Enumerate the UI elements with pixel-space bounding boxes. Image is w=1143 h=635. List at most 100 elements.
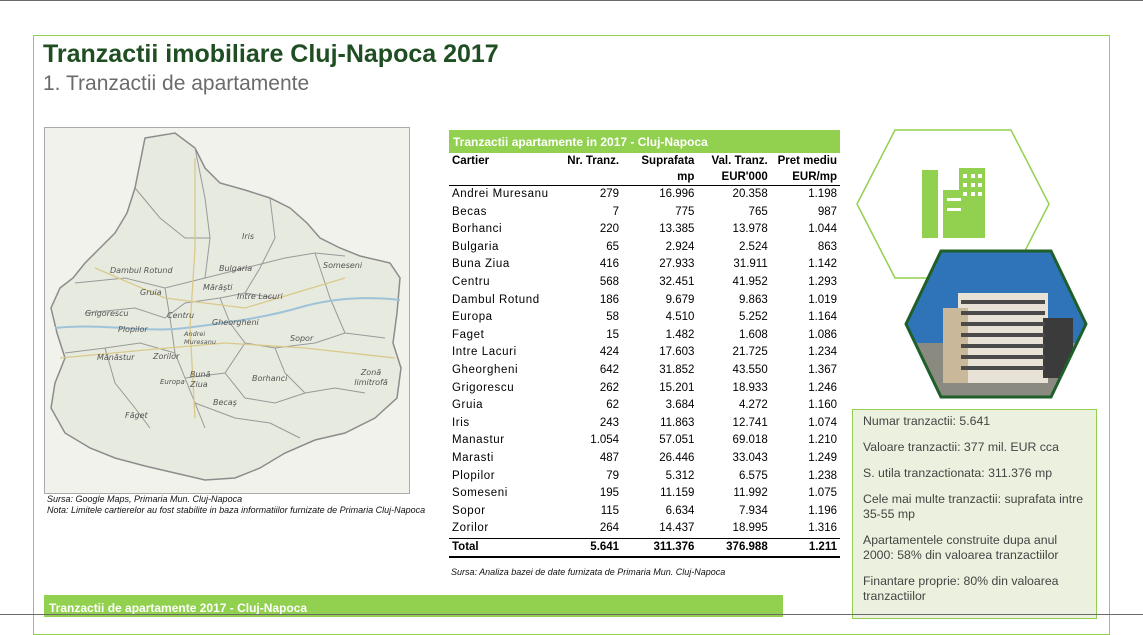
table-cell: 4.510: [665, 311, 695, 324]
table-row: Grigorescu 262 15.201 18.933 1.246: [449, 380, 840, 398]
map-label: Europa: [160, 378, 185, 386]
cell-cartier: Borhanci: [452, 223, 503, 236]
cell-cartier: Centru: [452, 275, 491, 288]
table-cell: 33.043: [732, 451, 768, 464]
table-cell: 1.164: [808, 311, 837, 324]
table-row: Andrei Muresanu 279 16.996 20.358 1.198: [449, 186, 840, 204]
table-row: Plopilor 79 5.312 6.575 1.238: [449, 468, 840, 486]
table-cell: 2.924: [665, 240, 695, 253]
table-cell: 13.385: [659, 223, 695, 236]
table-cell: 5.252: [738, 311, 768, 324]
total-cell: Total: [449, 537, 564, 559]
cell-cartier: Someseni: [452, 487, 508, 500]
table-cell: 1.075: [808, 487, 837, 500]
table-cell: 765: [748, 205, 768, 218]
cell-cartier: Buna Ziua: [452, 258, 510, 271]
table-cell: 264: [599, 522, 620, 535]
cell-cartier: Becas: [452, 205, 487, 218]
table-cell: 21.725: [732, 346, 768, 359]
table-cell: 7: [612, 205, 620, 218]
table-row: Zorilor 264 14.437 18.995 1.316: [449, 520, 840, 538]
table-cell: 31.852: [659, 363, 695, 376]
table-cell: 243: [599, 416, 620, 429]
table-cell: 41.952: [732, 275, 768, 288]
table-header-row: Cartier Nr. Tranz. Suprafata mp Val. Tra…: [449, 153, 840, 186]
cell-cartier: Marasti: [452, 451, 494, 464]
table-row: Manastur 1.054 57.051 69.018 1.210: [449, 432, 840, 450]
table-cell: 9.863: [738, 293, 768, 306]
table-row: Gheorgheni 642 31.852 43.550 1.367: [449, 362, 840, 380]
table-cell: 16.996: [659, 188, 695, 200]
table-cell: 12.741: [732, 416, 768, 429]
table-cell: 31.911: [733, 258, 768, 271]
table-cell: 26.446: [659, 451, 695, 464]
map-label: Intre Lacuri: [237, 292, 283, 301]
total-cell: 5.641: [563, 537, 623, 559]
table-cell: 1.246: [808, 381, 837, 394]
table-cell: 1.142: [808, 258, 837, 271]
table-total-row: Total 5.641 311.376 376.988 1.211: [449, 537, 840, 559]
page-title: Tranzactii imobiliare Cluj-Napoca 2017: [43, 40, 499, 68]
table-cell: 1.293: [808, 275, 837, 288]
table-cell: 1.249: [808, 451, 837, 464]
table-cell: 13.978: [732, 223, 768, 236]
stat-surface: S. utila tranzactionata: 311.376 mp: [863, 466, 1053, 480]
table-cell: 6.575: [738, 469, 768, 482]
map-label: Dambul Rotund: [110, 266, 173, 275]
table-row: Someseni 195 11.159 11.992 1.075: [449, 485, 840, 503]
col-header-valoare: Val. Tranz. EUR'000: [697, 153, 771, 186]
table-cell: 11.992: [733, 487, 768, 500]
table-row: Iris 243 11.863 12.741 1.074: [449, 415, 840, 433]
map-label: Centru: [167, 311, 195, 320]
table-cell: 57.051: [659, 434, 695, 447]
map-label: Făget: [125, 411, 148, 420]
cell-cartier: Faget: [452, 328, 485, 341]
table-row: Europa 58 4.510 5.252 1.164: [449, 309, 840, 327]
cell-cartier: Manastur: [452, 434, 505, 447]
map-label: Gruia: [140, 288, 162, 297]
table-cell: 62: [606, 399, 620, 412]
cell-cartier: Bulgaria: [452, 240, 499, 253]
table-cell: 186: [599, 293, 620, 306]
table-cell: 424: [599, 346, 620, 359]
table-cell: 5.312: [665, 469, 695, 482]
stat-transactions-count: Numar tranzactii: 5.641: [863, 414, 991, 428]
cell-cartier: Iris: [452, 416, 470, 429]
table-source-note: Sursa: Analiza bazei de date furnizata d…: [451, 567, 726, 577]
table-cell: 6.634: [665, 504, 695, 517]
map-label: Zorilor: [153, 352, 180, 361]
stat-new-apartments: Apartamentele construite dupa anul 2000:…: [863, 533, 1059, 562]
map-label: Andrei Muresanu: [184, 330, 217, 346]
table-cell: 987: [817, 205, 837, 218]
table-cell: 15.201: [659, 381, 695, 394]
map-label: Borhanci: [252, 374, 288, 383]
table-cell: 17.603: [659, 346, 695, 359]
table-cell: 32.451: [659, 275, 695, 288]
table-cell: 220: [599, 223, 620, 236]
table-cell: 9.679: [665, 293, 695, 306]
table-cell: 1.074: [808, 416, 837, 429]
table-cell: 11.863: [660, 416, 695, 429]
page-subtitle: 1. Tranzactii de apartamente: [43, 72, 310, 95]
cell-cartier: Zorilor: [452, 522, 489, 535]
table-cell: 1.196: [808, 504, 837, 517]
map-label: Someseni: [323, 261, 363, 270]
table-row: Marasti 487 26.446 33.043 1.249: [449, 450, 840, 468]
table-row: Gruia 62 3.684 4.272 1.160: [449, 397, 840, 415]
table-cell: 18.933: [732, 381, 768, 394]
table-cell: 1.608: [738, 328, 768, 341]
table-cell: 195: [599, 487, 620, 500]
top-rule: [0, 0, 1143, 1]
map-label: Sopor: [290, 334, 314, 343]
table-cell: 115: [600, 504, 620, 517]
table-cell: 1.086: [808, 328, 837, 341]
table-cell: 1.367: [808, 363, 837, 376]
table-row: Bulgaria 65 2.924 2.524 863: [449, 239, 840, 257]
table-cell: 1.054: [590, 434, 620, 447]
table-cell: 7.934: [738, 504, 768, 517]
table-cell: 11.159: [660, 487, 695, 500]
cell-cartier: Plopilor: [452, 469, 496, 482]
table-cell: 1.316: [808, 522, 837, 535]
table-cell: 416: [599, 258, 620, 271]
cell-cartier: Andrei Muresanu: [452, 188, 549, 200]
